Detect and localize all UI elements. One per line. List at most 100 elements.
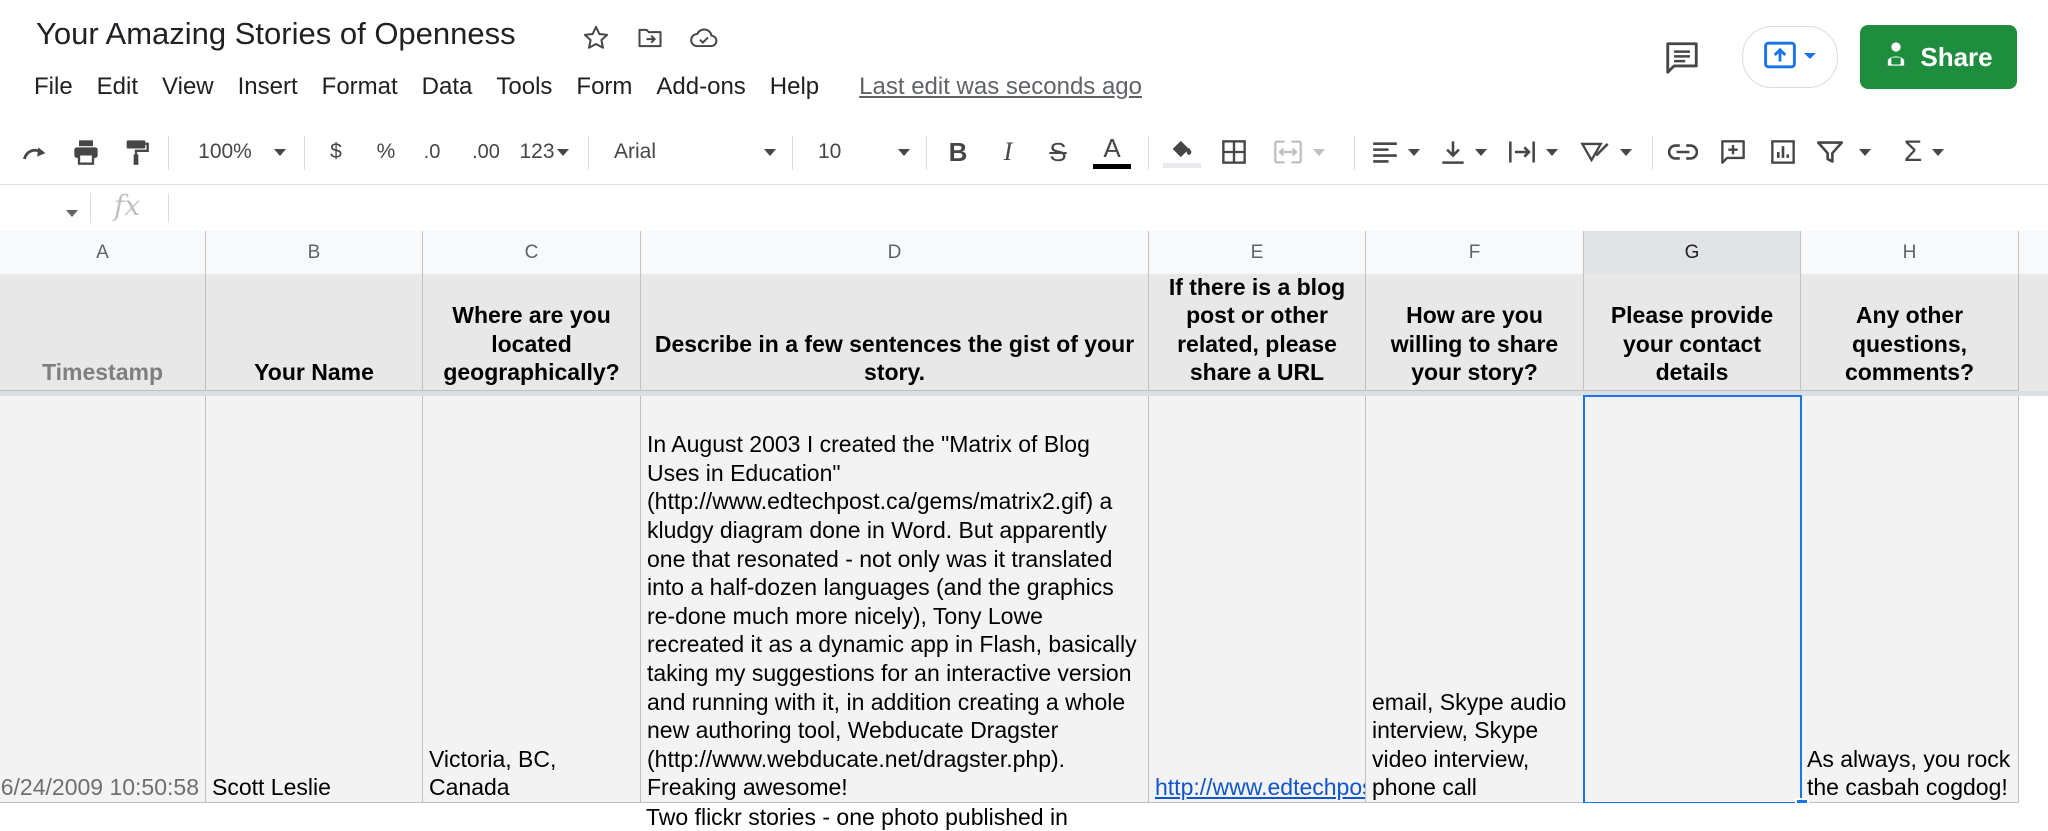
font-size-select[interactable]: 10 [814, 120, 914, 184]
cell-location[interactable]: Victoria, BC, Canada [423, 396, 641, 803]
chevron-down-icon [273, 148, 286, 156]
insert-link-button[interactable] [1664, 120, 1702, 184]
font-family-select[interactable]: Arial [610, 120, 780, 184]
menu-tools[interactable]: Tools [484, 70, 564, 104]
toolbar-divider [588, 136, 589, 170]
lock-person-icon [1884, 40, 1908, 75]
header-cell-name[interactable]: Your Name [206, 274, 423, 391]
more-formats-button[interactable]: 123 [514, 120, 574, 184]
text-wrapping-button[interactable] [1504, 120, 1562, 184]
vertical-align-button[interactable] [1436, 120, 1492, 184]
title-icons [580, 22, 720, 54]
fill-color-button[interactable] [1162, 120, 1202, 184]
formula-divider [90, 193, 91, 223]
menu-file[interactable]: File [22, 70, 85, 104]
menu-edit[interactable]: Edit [85, 70, 150, 104]
percent-format-button[interactable]: % [368, 120, 404, 184]
cell-share-methods[interactable]: email, Skype audio interview, Skype vide… [1366, 396, 1584, 803]
cell-comments[interactable]: As always, you rock the casbah cogdog! [1801, 396, 2019, 803]
increase-decimal-button[interactable]: .00 [462, 120, 510, 184]
filter-button[interactable] [1814, 120, 1874, 184]
redo-button[interactable] [18, 120, 54, 184]
header-cell-url[interactable]: If there is a blog post or other related… [1149, 274, 1366, 391]
merge-cells-button[interactable] [1264, 120, 1334, 184]
menu-form[interactable]: Form [564, 70, 644, 104]
cell-story[interactable]: In August 2003 I created the "Matrix of … [641, 396, 1149, 803]
borders-button[interactable] [1216, 120, 1252, 184]
header-cell-share-method[interactable]: How are you willing to share your story? [1366, 274, 1584, 391]
filter-icon [1817, 140, 1843, 164]
menu-data[interactable]: Data [410, 70, 485, 104]
chevron-down-icon [1475, 148, 1487, 156]
move-to-folder-icon[interactable] [634, 22, 666, 54]
column-header-a[interactable]: A [0, 231, 206, 274]
url-link[interactable]: http://www.edtechpost.ca [1155, 773, 1365, 802]
menu-help[interactable]: Help [758, 70, 831, 104]
active-cell-selection[interactable] [1583, 395, 1802, 804]
decrease-decimal-button[interactable]: .0 [412, 120, 452, 184]
text-rotation-button[interactable] [1576, 120, 1636, 184]
last-edit-link[interactable]: Last edit was seconds ago [859, 73, 1142, 101]
cell-timestamp[interactable]: 6/24/2009 10:50:58 [0, 396, 206, 803]
print-button[interactable] [68, 120, 104, 184]
column-header-b[interactable]: B [206, 231, 423, 274]
cell-name[interactable]: Scott Leslie [206, 396, 423, 803]
column-header-f[interactable]: F [1366, 231, 1584, 274]
spreadsheet-grid[interactable]: A B C D E F G H Timestamp Your Name Wher… [0, 231, 2048, 830]
percent-label: % [376, 140, 396, 163]
sigma-icon: Σ [1903, 135, 1923, 168]
next-row-story-preview[interactable]: Two flickr stories - one photo published… [646, 803, 1068, 831]
header-cell-contact[interactable]: Please provide your contact details [1584, 274, 1801, 391]
redo-icon [22, 140, 50, 164]
functions-button[interactable]: Σ [1896, 120, 1952, 184]
toolbar-divider [1148, 136, 1149, 170]
text-wrap-icon [1508, 139, 1536, 165]
text-color-label: A [1103, 133, 1121, 163]
header-cell-timestamp[interactable]: Timestamp [0, 274, 206, 391]
header-cell-location[interactable]: Where are you located geographically? [423, 274, 641, 391]
menu-view[interactable]: View [150, 70, 226, 104]
insert-chart-button[interactable] [1764, 120, 1802, 184]
bold-label: B [948, 136, 968, 167]
name-box-dropdown[interactable] [66, 205, 78, 223]
paint-format-button[interactable] [118, 120, 154, 184]
zoom-value: 100% [198, 140, 252, 163]
menu-add-ons[interactable]: Add-ons [644, 70, 757, 104]
strikethrough-button[interactable]: S [1040, 120, 1076, 184]
insert-comment-button[interactable] [1714, 120, 1752, 184]
menu-format[interactable]: Format [310, 70, 410, 104]
column-header-g[interactable]: G [1584, 231, 1801, 274]
menu-bar: File Edit View Insert Format Data Tools … [22, 70, 1142, 104]
text-color-button[interactable]: A [1090, 120, 1134, 184]
menu-insert[interactable]: Insert [226, 70, 310, 104]
column-header-d[interactable]: D [641, 231, 1149, 274]
zoom-select[interactable]: 100% [192, 120, 292, 184]
horizontal-align-button[interactable] [1368, 120, 1424, 184]
toolbar-divider [168, 136, 169, 170]
present-button[interactable] [1742, 26, 1838, 88]
comment-history-button[interactable] [1660, 38, 1704, 82]
share-button[interactable]: Share [1860, 25, 2017, 89]
link-icon [1668, 142, 1698, 162]
cloud-saved-icon[interactable] [688, 22, 720, 54]
bold-button[interactable]: B [940, 120, 976, 184]
chevron-down-icon [1932, 148, 1945, 156]
chevron-down-icon [556, 148, 569, 156]
comment-history-icon [1663, 39, 1701, 82]
formula-bar: fx [0, 185, 2048, 232]
star-icon[interactable] [580, 22, 612, 54]
align-bottom-icon [1441, 139, 1465, 165]
cell-url[interactable]: http://www.edtechpost.ca [1149, 396, 1366, 803]
column-header-c[interactable]: C [423, 231, 641, 274]
fx-icon: fx [114, 189, 141, 222]
header-cell-comments[interactable]: Any other questions, comments? [1801, 274, 2019, 391]
currency-format-button[interactable]: $ [318, 120, 354, 184]
column-header-e[interactable]: E [1149, 231, 1366, 274]
column-header-h[interactable]: H [1801, 231, 2019, 274]
document-title[interactable]: Your Amazing Stories of Openness [36, 16, 516, 52]
paint-format-icon [123, 138, 149, 166]
header-cell-story[interactable]: Describe in a few sentences the gist of … [641, 274, 1149, 391]
chevron-down-icon [1859, 148, 1871, 156]
toolbar-divider [304, 136, 305, 170]
italic-button[interactable]: I [990, 120, 1026, 184]
